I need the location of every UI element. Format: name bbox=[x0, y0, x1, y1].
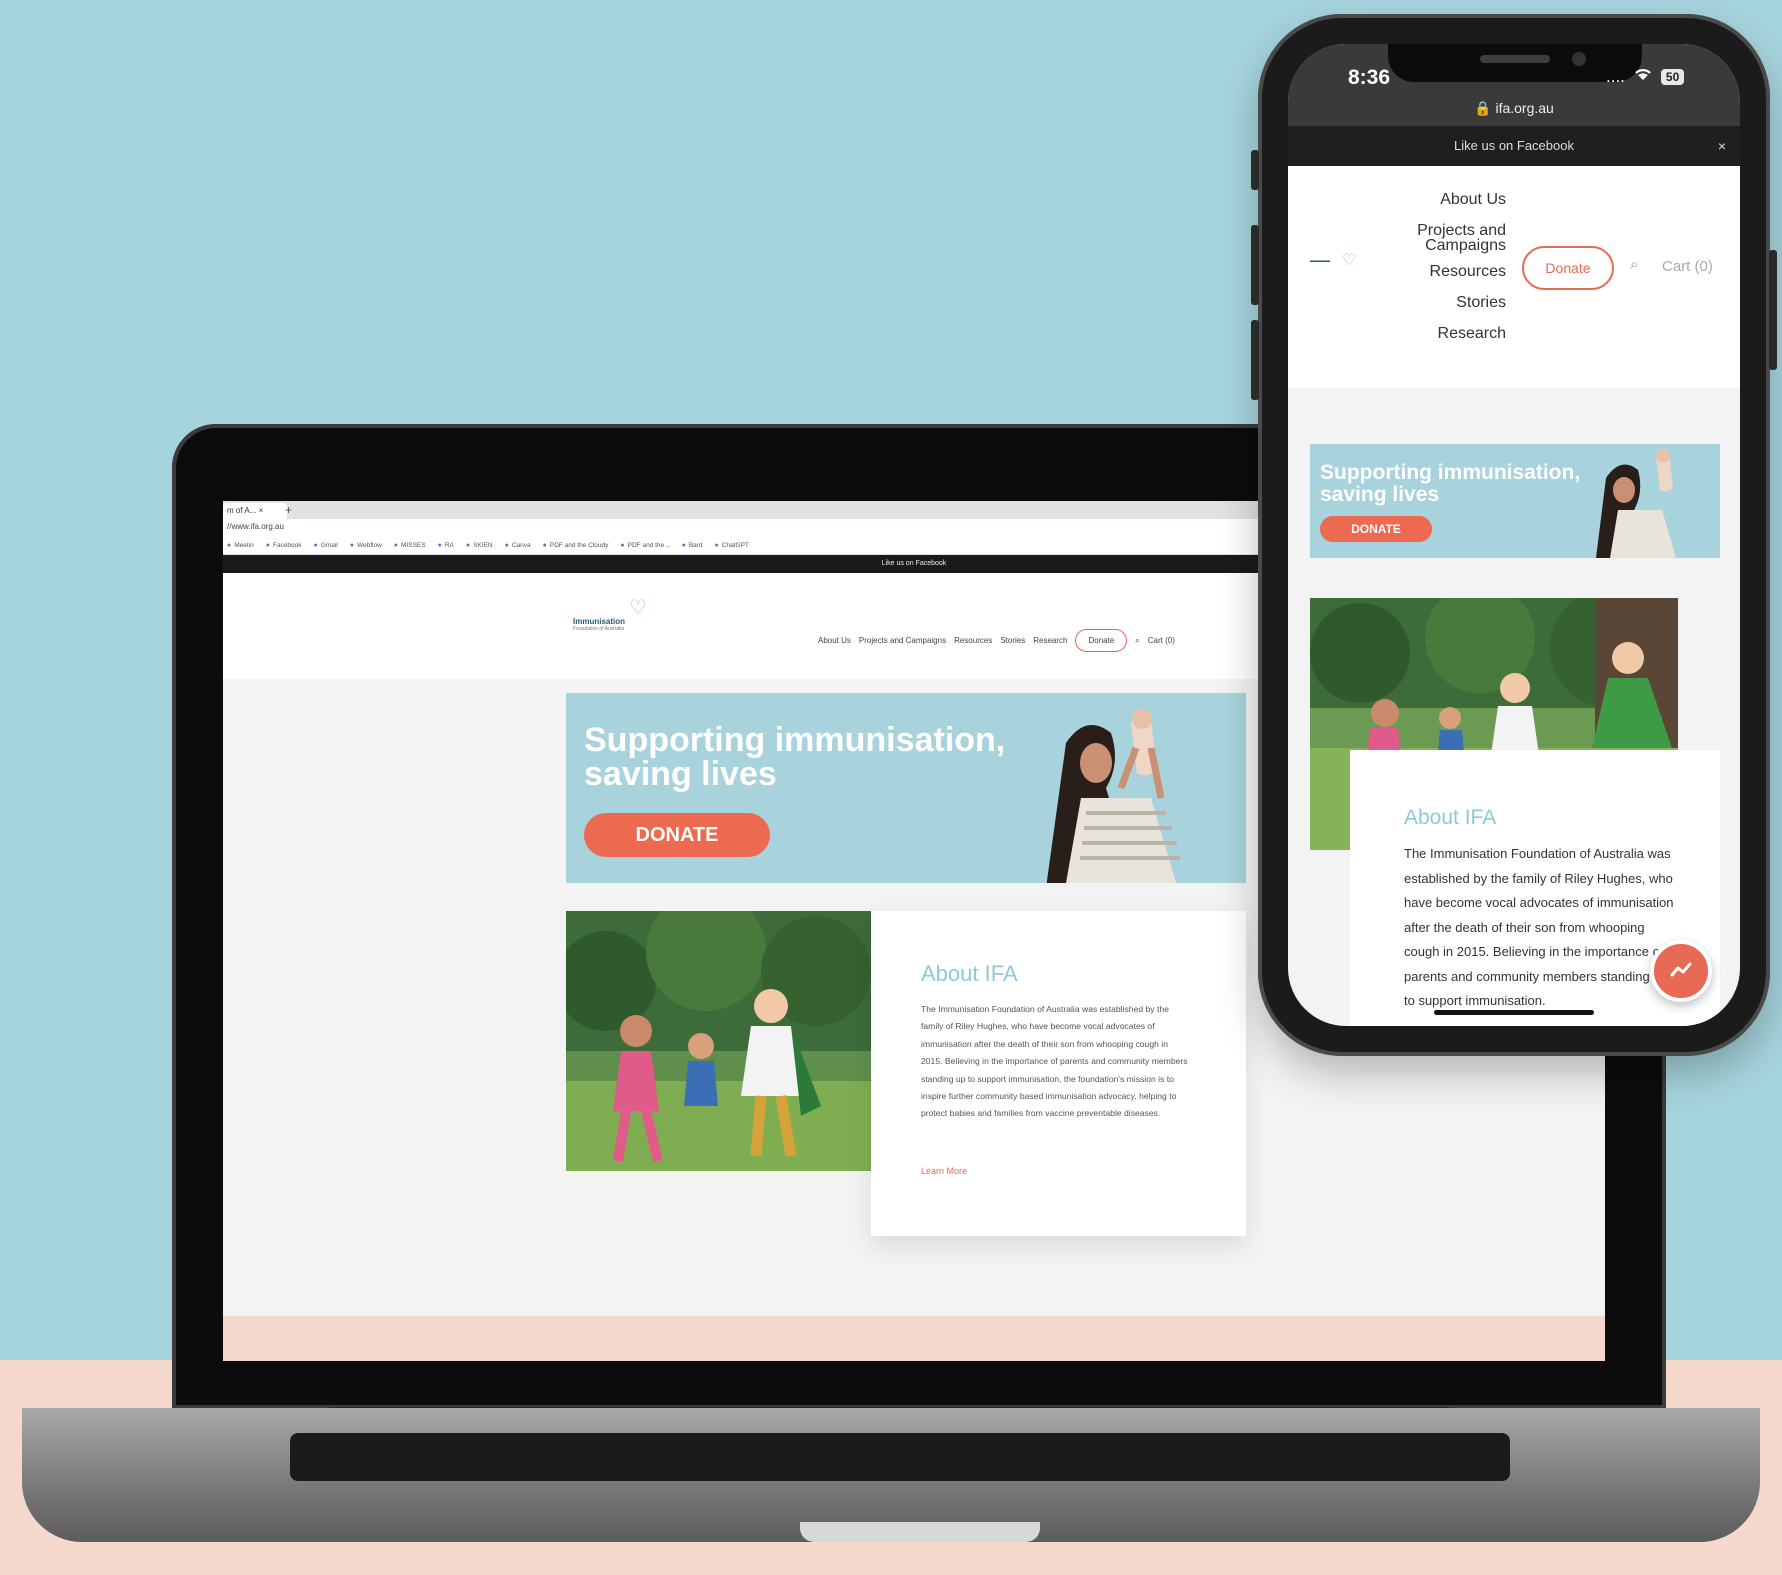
heart-logo-icon: ♡ bbox=[1342, 252, 1357, 269]
facebook-bar[interactable]: Like us on Facebook × bbox=[1288, 126, 1740, 166]
signal-icon: .... bbox=[1606, 66, 1625, 86]
donate-button[interactable]: Donate bbox=[1522, 246, 1614, 290]
about-text: The Immunisation Foundation of Australia… bbox=[921, 1004, 1188, 1119]
bookmark[interactable]: SKIEN bbox=[466, 542, 493, 549]
children-playing-photo bbox=[566, 911, 871, 1171]
messenger-icon bbox=[1670, 962, 1692, 977]
logo-line1: Immunisation bbox=[573, 617, 626, 626]
about-heading: About IFA bbox=[1404, 806, 1497, 829]
cart-link[interactable]: Cart (0) bbox=[1662, 258, 1713, 275]
bookmark[interactable]: Meetin bbox=[227, 542, 254, 549]
bookmark[interactable]: MISSES bbox=[394, 542, 426, 549]
bookmark[interactable]: ChatGPT bbox=[715, 542, 749, 549]
about-text: The Immunisation Foundation of Australia… bbox=[1404, 846, 1674, 1008]
nav-resources[interactable]: Resources bbox=[1410, 264, 1506, 280]
status-bar: 8:36 .... 50 🔒 ifa.org.au bbox=[1288, 44, 1740, 126]
address-text: ifa.org.au bbox=[1495, 100, 1554, 116]
logo-line2: Foundation of Australia bbox=[573, 626, 625, 632]
new-tab-button[interactable]: + bbox=[285, 503, 292, 517]
hero-banner: Supporting immunisation, saving lives DO… bbox=[1310, 444, 1720, 558]
close-icon[interactable]: × bbox=[1718, 126, 1726, 166]
address-text: //www.ifa.org.au bbox=[227, 522, 284, 531]
search-icon[interactable]: ⌕ bbox=[1630, 256, 1638, 273]
nav-stories[interactable]: Stories bbox=[1000, 636, 1025, 645]
nav-projects[interactable]: Projects and Campaigns bbox=[1410, 223, 1506, 254]
phone-notch bbox=[1388, 44, 1642, 82]
footer-strip bbox=[223, 1316, 1605, 1361]
nav-about-us[interactable]: About Us bbox=[1410, 192, 1506, 208]
bookmark[interactable]: Canva bbox=[505, 542, 531, 549]
about-card: About IFA The Immunisation Foundation of… bbox=[871, 911, 1246, 1236]
heart-logo-icon: ♡ bbox=[629, 597, 647, 619]
bookmark[interactable]: Webflow bbox=[350, 542, 382, 549]
laptop-notch bbox=[800, 1522, 1040, 1542]
donate-button[interactable]: Donate bbox=[1075, 629, 1128, 652]
home-indicator bbox=[1434, 1010, 1594, 1015]
bookmark[interactable]: PDF and the .. bbox=[620, 542, 670, 549]
nav-research[interactable]: Research bbox=[1033, 636, 1067, 645]
nav-research[interactable]: Research bbox=[1410, 326, 1506, 342]
messenger-button[interactable] bbox=[1650, 940, 1712, 1002]
site-nav: About Us Projects and Campaigns Resource… bbox=[1410, 192, 1506, 357]
nav-stories[interactable]: Stories bbox=[1410, 295, 1506, 311]
banner-headline: Supporting immunisation, saving lives bbox=[1320, 461, 1581, 506]
cart-link[interactable]: Cart (0) bbox=[1148, 636, 1175, 645]
phone-screen: 8:36 .... 50 🔒 ifa.org.au Like us on Fac… bbox=[1288, 44, 1740, 1026]
banner-donate-button[interactable]: DONATE bbox=[1320, 516, 1432, 542]
status-time: 8:36 bbox=[1348, 66, 1391, 89]
search-icon[interactable]: ⌕ bbox=[1135, 636, 1139, 646]
bookmark[interactable]: Gmail bbox=[314, 542, 338, 549]
hero-banner: Supporting immunisation, saving lives DO… bbox=[566, 693, 1246, 883]
camera bbox=[1572, 52, 1586, 66]
bookmark[interactable]: PDF and the Cloudy bbox=[543, 542, 609, 549]
bookmark[interactable]: Facebook bbox=[266, 542, 302, 549]
site-header: ♡ ▬▬▬▬ About Us Projects and Campaigns R… bbox=[1288, 166, 1740, 388]
phone-button bbox=[1251, 225, 1259, 305]
banner-headline: Supporting immunisation, saving lives bbox=[584, 721, 1006, 793]
mother-baby-photo bbox=[1046, 709, 1180, 883]
nav-about-us[interactable]: About Us bbox=[818, 636, 851, 645]
speaker bbox=[1480, 55, 1550, 63]
battery-icon: 50 bbox=[1660, 68, 1685, 85]
phone-button bbox=[1251, 320, 1259, 400]
laptop-keyboard bbox=[290, 1433, 1510, 1481]
site-nav: About Us Projects and Campaigns Resource… bbox=[818, 629, 1175, 652]
bookmark[interactable]: Bard bbox=[682, 542, 703, 549]
nav-resources[interactable]: Resources bbox=[954, 636, 992, 645]
bookmark[interactable]: RA bbox=[438, 542, 454, 549]
wifi-icon bbox=[1633, 66, 1653, 87]
learn-more-link[interactable]: Learn More bbox=[921, 1166, 967, 1176]
facebook-bar-text: Like us on Facebook bbox=[1454, 138, 1574, 153]
site-logo[interactable]: ▬▬▬▬ bbox=[1310, 258, 1330, 264]
status-icons: .... 50 bbox=[1606, 66, 1685, 87]
banner-donate-button[interactable]: DONATE bbox=[584, 813, 770, 857]
site-logo[interactable]: ♡ Immunisation Foundation of Australia bbox=[573, 598, 647, 632]
mother-baby-photo bbox=[1596, 449, 1676, 558]
nav-projects[interactable]: Projects and Campaigns bbox=[859, 636, 946, 645]
phone-button bbox=[1769, 250, 1777, 370]
browser-tab[interactable]: m of A... × bbox=[223, 503, 287, 519]
about-heading: About IFA bbox=[921, 961, 1018, 986]
phone-button bbox=[1251, 150, 1259, 190]
address-bar[interactable]: 🔒 ifa.org.au bbox=[1288, 100, 1740, 117]
